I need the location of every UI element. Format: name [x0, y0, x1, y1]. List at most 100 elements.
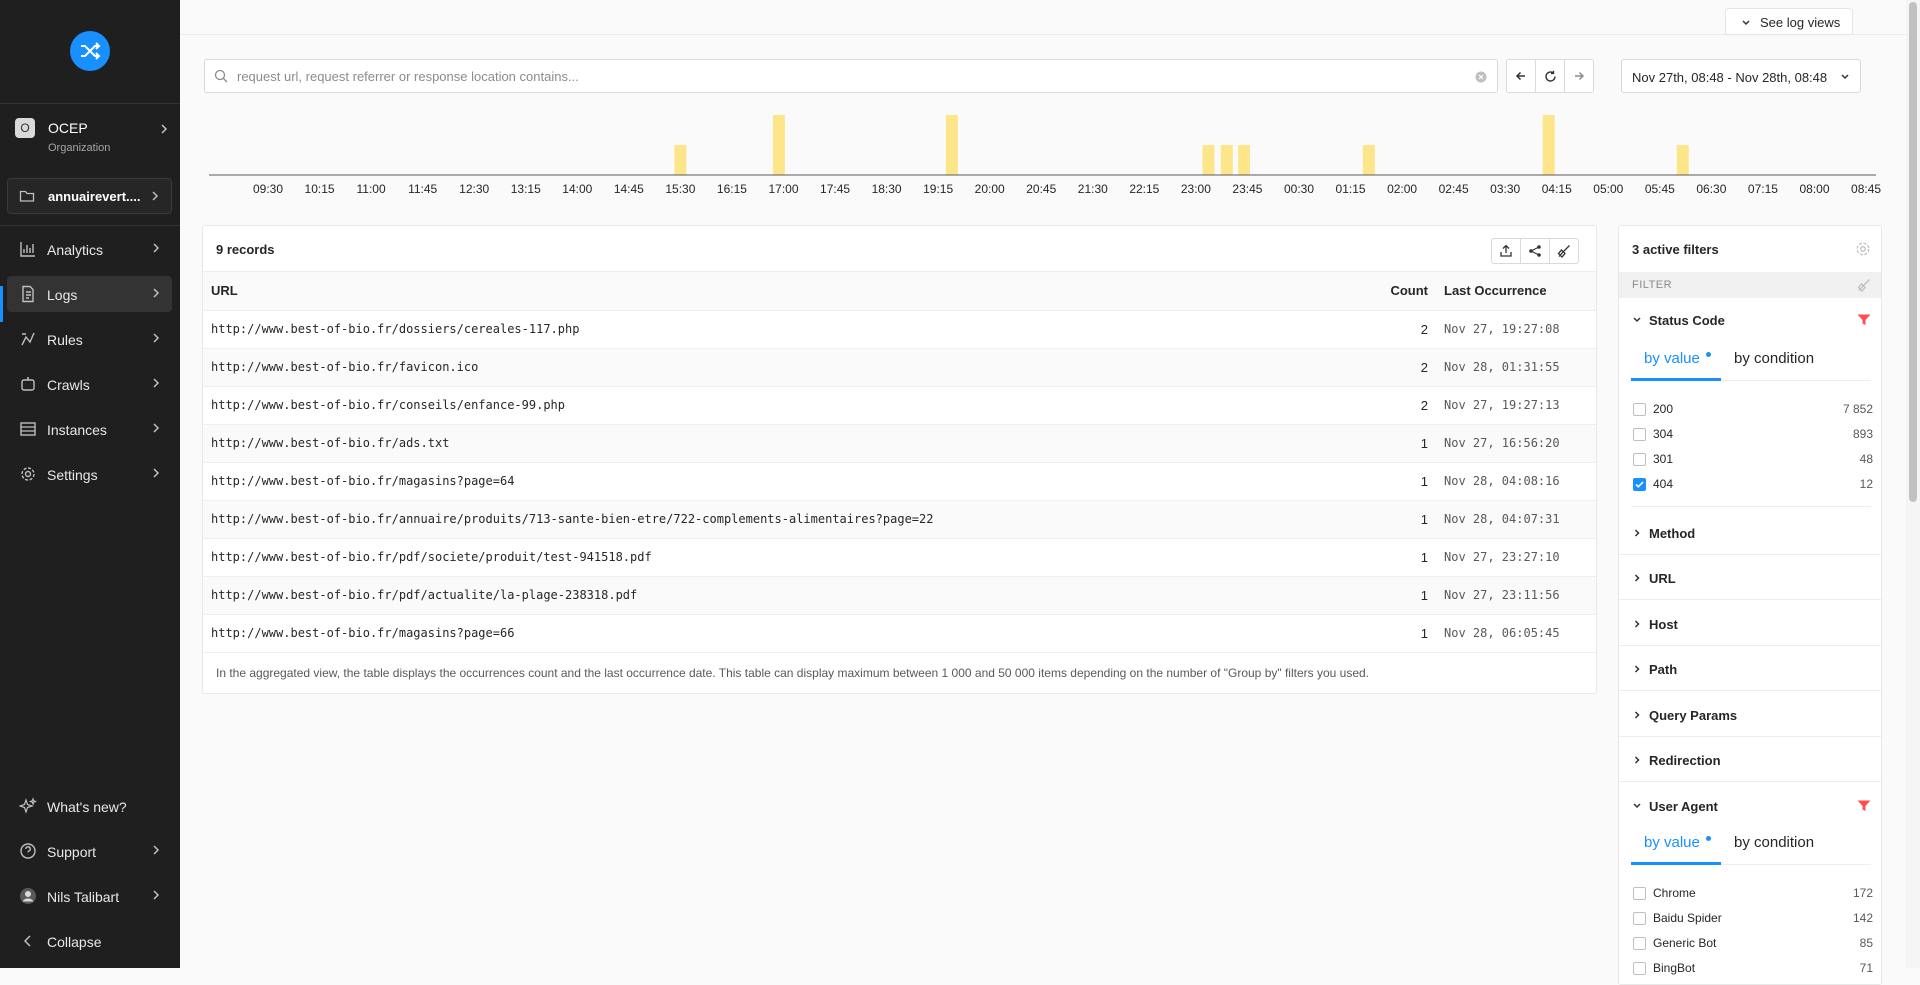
see-log-views-label: See log views	[1760, 15, 1841, 30]
filter-path[interactable]: Path	[1619, 647, 1881, 691]
column-url[interactable]: URL	[203, 272, 1366, 311]
nav-rules[interactable]: Rules	[7, 321, 172, 357]
organization-switcher[interactable]: O OCEP Organization	[0, 110, 180, 160]
table-row[interactable]: http://www.best-of-bio.fr/annuaire/produ…	[203, 500, 1596, 539]
filter-status-code[interactable]: Status Code	[1619, 298, 1881, 342]
status-option-304[interactable]: 304 893	[1633, 425, 1873, 445]
app-logo[interactable]	[70, 31, 110, 71]
search-bar[interactable]	[204, 59, 1498, 93]
checkbox-checked[interactable]	[1633, 478, 1646, 491]
status-option-301[interactable]: 301 48	[1633, 450, 1873, 470]
date-range-picker[interactable]: Nov 27th, 08:48 - Nov 28th, 08:48	[1621, 59, 1861, 93]
table-row[interactable]: http://www.best-of-bio.fr/magasins?page=…	[203, 462, 1596, 501]
histogram-tick-label: 17:45	[820, 182, 850, 196]
nav-instances[interactable]: Instances	[7, 411, 172, 447]
histogram-tick-label: 09:30	[253, 182, 283, 196]
status-option-200[interactable]: 200 7 852	[1633, 400, 1873, 420]
arrow-left-icon	[1515, 71, 1525, 81]
project-switcher[interactable]: annuairevert....	[7, 178, 172, 214]
ua-option-generic-bot[interactable]: Generic Bot 85	[1633, 934, 1873, 954]
nav-support[interactable]: Support	[7, 833, 172, 869]
checkbox[interactable]	[1633, 403, 1646, 416]
column-last-occurrence[interactable]: Last Occurrence	[1436, 272, 1596, 311]
gear-icon	[21, 467, 35, 481]
filter-title: Method	[1649, 526, 1696, 541]
table-row[interactable]: http://www.best-of-bio.fr/dossiers/cerea…	[203, 310, 1596, 349]
results-table-body: http://www.best-of-bio.fr/dossiers/cerea…	[203, 310, 1596, 653]
histogram-bar[interactable]	[945, 115, 958, 175]
table-row[interactable]: http://www.best-of-bio.fr/magasins?page=…	[203, 614, 1596, 653]
previous-period-button[interactable]	[1506, 59, 1536, 93]
filter-method[interactable]: Method	[1619, 511, 1881, 555]
histogram-bar[interactable]	[1362, 145, 1375, 175]
refresh-button[interactable]	[1535, 59, 1565, 93]
checkbox[interactable]	[1633, 937, 1646, 950]
table-row[interactable]: http://www.best-of-bio.fr/ads.txt 1 Nov 27…	[203, 424, 1596, 463]
nav-settings[interactable]: Settings	[7, 456, 172, 492]
ua-option-bingbot[interactable]: BingBot 71	[1633, 959, 1873, 979]
tab-by-value[interactable]: by value	[1644, 350, 1700, 367]
gear-icon[interactable]	[1855, 241, 1871, 257]
checkbox[interactable]	[1633, 912, 1646, 925]
divider	[0, 225, 180, 226]
histogram-bar[interactable]	[1202, 145, 1215, 175]
checkbox[interactable]	[1633, 428, 1646, 441]
clear-icon[interactable]	[1475, 71, 1487, 83]
next-period-button[interactable]	[1564, 59, 1594, 93]
tab-by-value[interactable]: by value	[1644, 834, 1700, 851]
ua-option-chrome[interactable]: Chrome 172	[1633, 884, 1873, 904]
filter-url[interactable]: URL	[1619, 556, 1881, 600]
share-button[interactable]	[1520, 238, 1550, 264]
scrollbar-thumb[interactable]	[1909, 2, 1917, 502]
histogram-bar[interactable]	[1220, 145, 1233, 175]
tab-by-condition[interactable]: by condition	[1734, 350, 1814, 367]
broom-icon[interactable]	[1857, 278, 1871, 292]
column-count[interactable]: Count	[1366, 272, 1436, 311]
row-last-occurrence: Nov 28, 01:31:55	[1436, 348, 1596, 387]
row-last-occurrence: Nov 27, 19:27:08	[1436, 310, 1596, 349]
nav-crawls[interactable]: Crawls	[7, 366, 172, 402]
export-button[interactable]	[1491, 238, 1521, 264]
row-url: http://www.best-of-bio.fr/conseils/enfan…	[203, 386, 1366, 425]
histogram-tick-label: 06:30	[1696, 182, 1726, 196]
check-icon	[1635, 481, 1644, 488]
table-row[interactable]: http://www.best-of-bio.fr/pdf/societe/pr…	[203, 538, 1596, 577]
histogram-bar[interactable]	[1238, 145, 1251, 175]
page-scrollbar[interactable]	[1906, 0, 1920, 968]
filter-title: URL	[1649, 571, 1676, 586]
filter-user-agent[interactable]: User Agent	[1619, 784, 1881, 828]
row-last-occurrence: Nov 27, 19:27:13	[1436, 386, 1596, 425]
folder-icon	[19, 190, 35, 202]
nav-collapse[interactable]: Collapse	[7, 923, 172, 959]
divider	[1631, 506, 1871, 507]
nav-analytics-label: Analytics	[47, 242, 104, 258]
histogram-bar[interactable]	[1542, 115, 1555, 175]
nav-analytics[interactable]: Analytics	[7, 231, 172, 267]
checkbox[interactable]	[1633, 887, 1646, 900]
funnel-icon[interactable]	[1857, 800, 1871, 812]
filter-title: Redirection	[1649, 753, 1721, 768]
clear-filters-button[interactable]	[1549, 238, 1579, 264]
nav-user[interactable]: Nils Talibart	[7, 878, 172, 914]
ua-option-baidu-spider[interactable]: Baidu Spider 142	[1633, 909, 1873, 929]
table-row[interactable]: http://www.best-of-bio.fr/favicon.ico 2 No…	[203, 348, 1596, 387]
status-option-404[interactable]: 404 12	[1633, 475, 1873, 495]
histogram-bar[interactable]	[772, 115, 785, 175]
nav-whats-new[interactable]: What's new?	[7, 788, 172, 824]
table-row[interactable]: http://www.best-of-bio.fr/pdf/actualite/…	[203, 576, 1596, 615]
checkbox[interactable]	[1633, 962, 1646, 975]
tab-by-condition[interactable]: by condition	[1734, 834, 1814, 851]
see-log-views-button[interactable]: See log views	[1725, 8, 1853, 35]
histogram-bar[interactable]	[674, 145, 687, 175]
filters-header: 3 active filters	[1619, 226, 1881, 272]
nav-logs[interactable]: Logs	[7, 276, 172, 312]
filter-host[interactable]: Host	[1619, 602, 1881, 646]
histogram-bar[interactable]	[1676, 145, 1689, 175]
filter-redirection[interactable]: Redirection	[1619, 738, 1881, 782]
funnel-icon[interactable]	[1857, 314, 1871, 326]
checkbox[interactable]	[1633, 453, 1646, 466]
chevron-right-icon	[153, 243, 160, 253]
search-input[interactable]	[235, 66, 1455, 86]
table-row[interactable]: http://www.best-of-bio.fr/conseils/enfan…	[203, 386, 1596, 425]
filter-query-params[interactable]: Query Params	[1619, 693, 1881, 737]
